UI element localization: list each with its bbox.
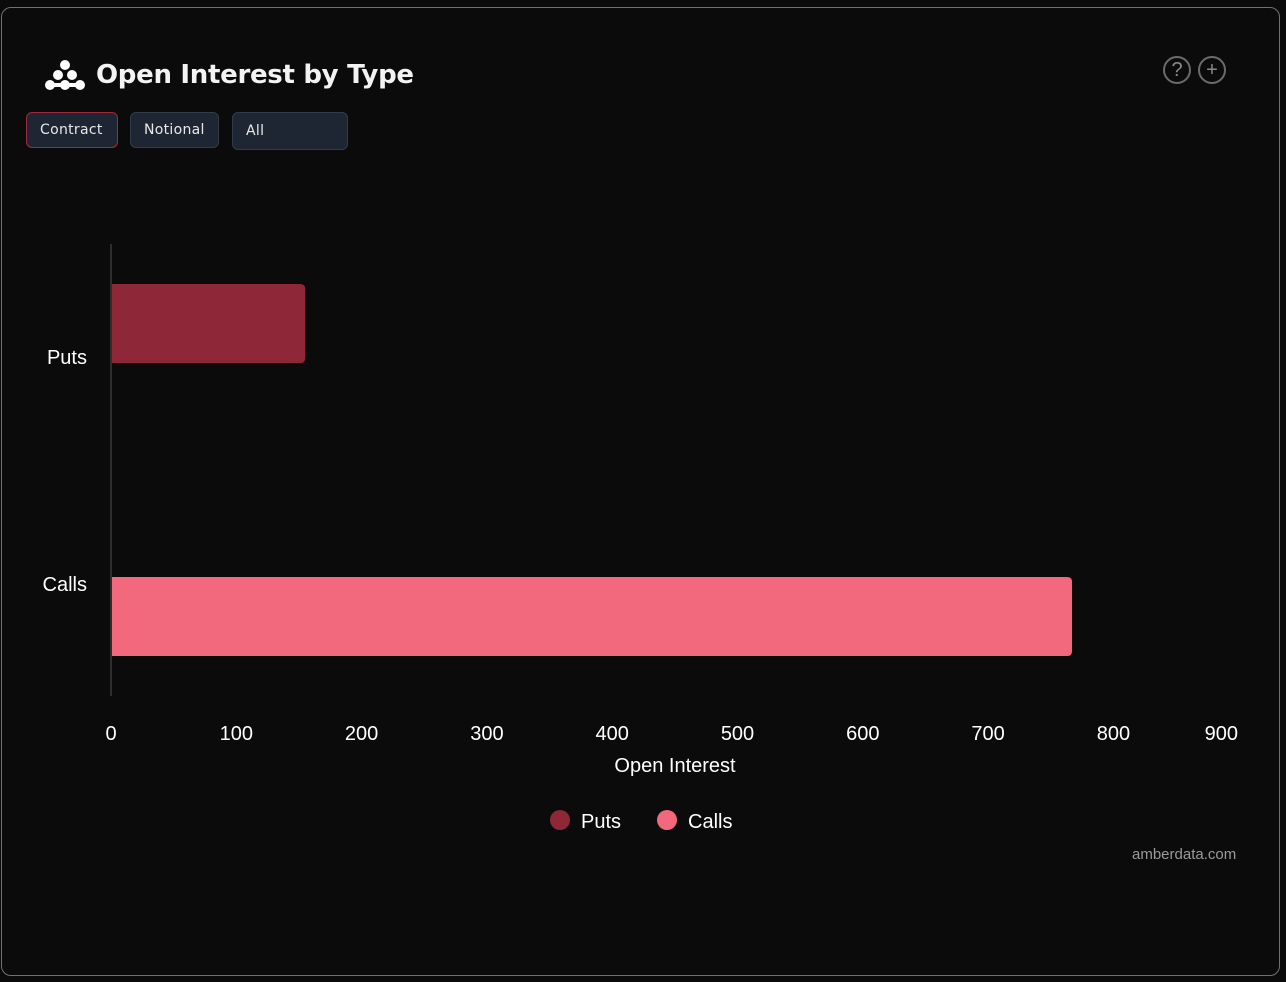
bar-puts[interactable] <box>112 284 306 363</box>
x-tick-label: 200 <box>345 723 378 745</box>
x-tick-label: 500 <box>721 723 754 745</box>
bars-group <box>112 284 1073 656</box>
legend-swatch <box>550 810 570 830</box>
x-tick-label: 400 <box>596 723 629 745</box>
x-tick-label: 100 <box>220 723 253 745</box>
watermark: amberdata.com <box>1132 846 1237 863</box>
x-tick-label: 0 <box>105 723 116 745</box>
legend: Puts Calls <box>550 810 732 833</box>
x-tick-label: 800 <box>1097 723 1130 745</box>
x-tick-labels: 0 100 200 300 400 500 600 700 800 900 <box>105 723 1238 745</box>
category-labels: Puts Calls <box>43 347 87 596</box>
x-tick-label: 600 <box>846 723 879 745</box>
x-tick-label: 300 <box>470 723 503 745</box>
legend-label: Calls <box>688 811 732 833</box>
legend-swatch <box>657 810 677 830</box>
bar-calls[interactable] <box>112 577 1073 656</box>
category-label-puts: Puts <box>47 347 87 369</box>
bar-chart: Puts Calls 0 100 200 300 400 500 600 700 800 900 O… <box>43 244 1238 833</box>
legend-label: Puts <box>581 811 621 833</box>
x-axis-label: Open Interest <box>614 755 736 777</box>
legend-item-puts[interactable]: Puts <box>550 810 621 833</box>
x-tick-label: 900 <box>1205 723 1238 745</box>
legend-item-calls[interactable]: Calls <box>657 810 732 833</box>
category-label-calls: Calls <box>43 574 87 596</box>
x-tick-label: 700 <box>971 723 1004 745</box>
